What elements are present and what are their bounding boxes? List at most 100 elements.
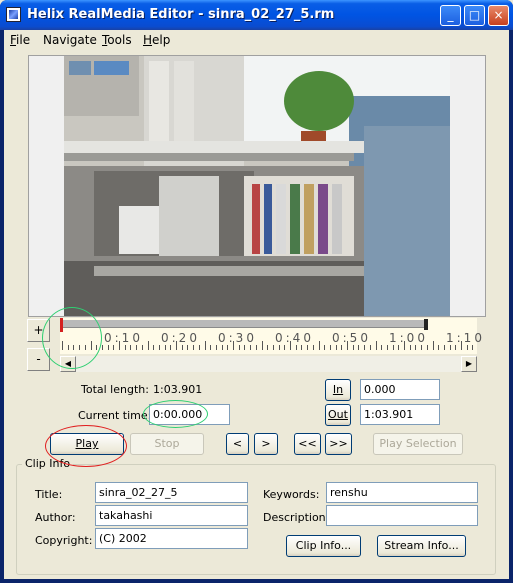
timeline-tick	[233, 341, 234, 350]
timeline-ruler[interactable]: 0:10 0:20 0:30 0:40 0:50 1:00 1:10	[60, 318, 482, 354]
timeline-tick	[284, 345, 286, 350]
timeline-tick	[221, 345, 223, 350]
timeline-tick	[261, 341, 263, 350]
timeline-tick	[329, 345, 331, 350]
timeline-tick	[278, 345, 280, 350]
rewind-button[interactable]: <<	[294, 433, 321, 455]
timeline-tick	[227, 345, 229, 350]
timeline-tick	[472, 345, 474, 350]
timeline-tick	[170, 345, 172, 350]
copyright-label: Copyright:	[35, 534, 93, 547]
forward-button[interactable]: >>	[325, 433, 352, 455]
scroll-right-button[interactable]: ▶	[461, 356, 477, 372]
title-field[interactable]: sinra_02_27_5	[95, 482, 248, 503]
timeline-tick	[136, 345, 138, 350]
close-button[interactable]: ×	[488, 5, 509, 26]
app-window: Helix RealMedia Editor - sinra_02_27_5.r…	[0, 0, 513, 583]
annotation-circle-current-time	[143, 400, 208, 428]
in-button[interactable]: In	[325, 379, 351, 401]
annotation-circle-play	[45, 425, 127, 467]
keywords-label: Keywords:	[263, 488, 320, 501]
minimize-button[interactable]: _	[440, 5, 461, 26]
timeline-label: 0:10	[104, 331, 143, 345]
total-length-label: Total length:	[81, 383, 149, 396]
timeline-tick	[324, 345, 326, 350]
timeline-tick	[193, 345, 195, 350]
timeline-tick	[147, 341, 149, 350]
timeline-tick	[443, 345, 445, 350]
menu-navigate[interactable]: Navigate	[43, 33, 97, 47]
keywords-field[interactable]: renshu	[326, 482, 478, 503]
description-label: Description:	[263, 511, 330, 524]
timeline-tick	[295, 345, 297, 350]
menu-file[interactable]: File	[10, 33, 30, 47]
out-button[interactable]: Out	[325, 404, 351, 426]
clip-info-button[interactable]: Clip Info...	[286, 535, 361, 557]
timeline-tick	[187, 345, 189, 350]
timeline-tick	[164, 345, 166, 350]
timeline-tick	[341, 345, 343, 350]
timeline-tick	[113, 345, 115, 350]
in-button-label: In	[332, 383, 344, 396]
prev-frame-button[interactable]: <	[226, 433, 249, 455]
timeline-tick	[375, 341, 377, 350]
timeline-tick	[267, 345, 269, 350]
author-field[interactable]: takahashi	[95, 505, 248, 526]
current-time-label: Current time:	[78, 409, 152, 422]
timeline-label: 0:30	[218, 331, 257, 345]
play-selection-button[interactable]: Play Selection	[373, 433, 463, 455]
timeline-tick	[130, 345, 132, 350]
timeline-tick	[432, 341, 434, 350]
timeline-tick	[141, 345, 143, 350]
stop-button[interactable]: Stop	[130, 433, 204, 455]
stream-info-button[interactable]: Stream Info...	[377, 535, 466, 557]
timeline-tick	[290, 341, 291, 350]
selection-bar[interactable]	[62, 320, 427, 328]
out-button-label: Out	[328, 408, 348, 421]
timeline[interactable]: 0:10 0:20 0:30 0:40 0:50 1:00 1:10 ◀ ▶	[60, 318, 482, 374]
timeline-tick	[107, 345, 109, 350]
timeline-tick	[455, 345, 457, 350]
title-bar[interactable]: Helix RealMedia Editor - sinra_02_27_5.r…	[0, 0, 513, 30]
out-time-field[interactable]: 1:03.901	[360, 404, 440, 425]
timeline-tick	[181, 345, 183, 350]
app-icon	[6, 7, 21, 22]
timeline-tick	[449, 345, 451, 350]
maximize-button[interactable]: □	[464, 5, 485, 26]
timeline-label: 1:00	[389, 331, 428, 345]
timeline-tick	[392, 345, 394, 350]
annotation-circle-timeline	[42, 307, 102, 369]
description-field[interactable]	[326, 505, 478, 526]
timeline-label: 0:20	[161, 331, 200, 345]
timeline-tick	[352, 345, 354, 350]
timeline-tick	[369, 345, 371, 350]
timeline-tick	[461, 341, 462, 350]
timeline-tick	[347, 341, 348, 350]
timeline-tick	[421, 345, 423, 350]
timeline-tick	[426, 345, 428, 350]
next-frame-button[interactable]: >	[254, 433, 278, 455]
timeline-label: 0:40	[275, 331, 314, 345]
timeline-tick	[318, 341, 320, 350]
menu-help[interactable]: Help	[143, 33, 170, 47]
timeline-tick	[204, 341, 206, 350]
timeline-tick	[307, 345, 309, 350]
timeline-scrollbar[interactable]: ◀ ▶	[60, 356, 477, 372]
author-label: Author:	[35, 511, 76, 524]
timeline-tick	[364, 345, 366, 350]
copyright-field[interactable]: (C) 2002	[95, 528, 248, 549]
timeline-tick	[272, 345, 274, 350]
timeline-tick	[386, 345, 388, 350]
in-time-field[interactable]: 0.000	[360, 379, 440, 400]
timeline-tick	[198, 345, 200, 350]
out-marker[interactable]	[424, 319, 428, 330]
window-title: Helix RealMedia Editor - sinra_02_27_5.r…	[27, 7, 335, 22]
timeline-tick	[301, 345, 303, 350]
timeline-tick	[466, 345, 468, 350]
timeline-tick	[312, 345, 314, 350]
timeline-tick	[238, 345, 240, 350]
timeline-tick	[119, 341, 120, 350]
timeline-tick	[255, 345, 257, 350]
video-panel	[28, 55, 486, 317]
menu-tools[interactable]: Tools	[102, 33, 132, 47]
